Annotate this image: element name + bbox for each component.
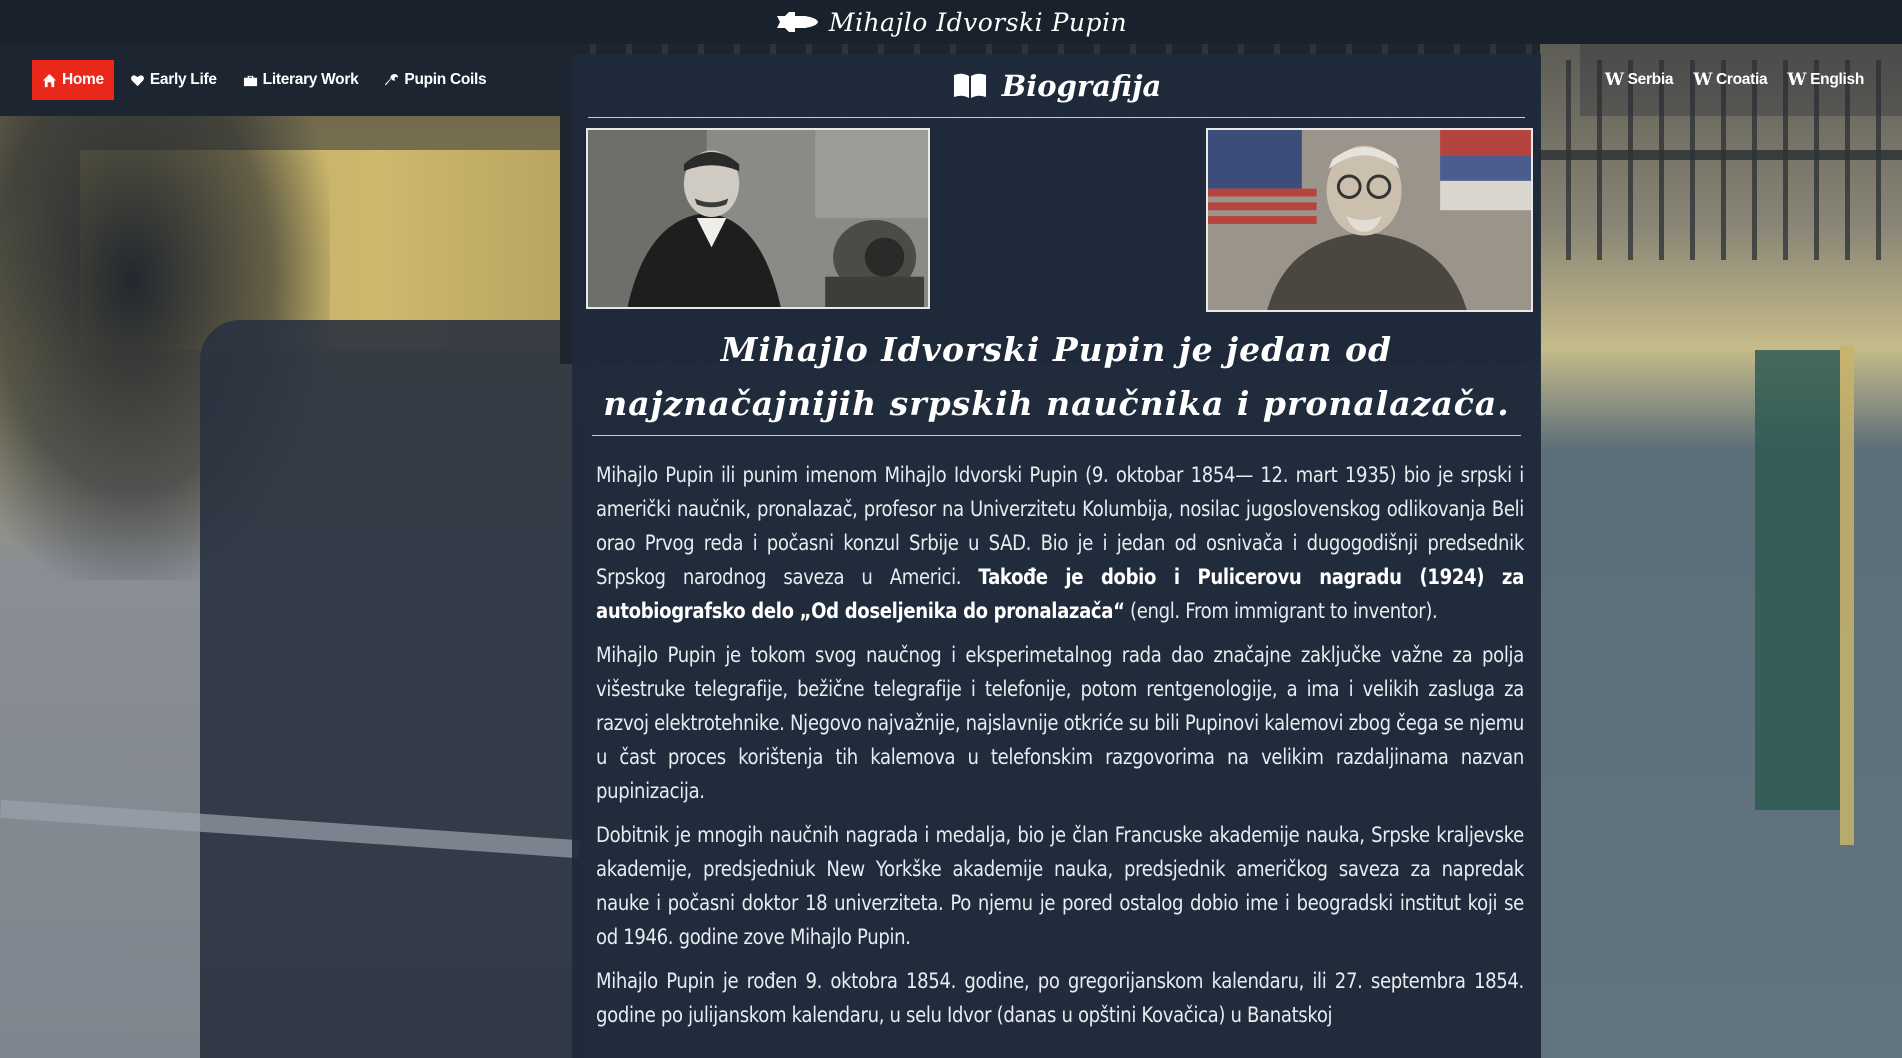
paragraph-text: (engl. From immigrant to inventor). [1124,599,1438,623]
briefcase-icon [243,75,257,86]
panel-header: Biografija [588,54,1525,118]
top-bar: Mihajlo Idvorski Pupin [0,0,1902,44]
language-label: Serbia [1627,71,1674,88]
background-yellow-stripe [1840,345,1854,845]
pupin-portrait-photo [1206,128,1533,312]
nav-item-home[interactable]: Home [32,60,114,100]
site-title[interactable]: Mihajlo Idvorski Pupin [829,8,1127,37]
background-fence-rail [1540,150,1902,160]
biography-paragraph: Mihajlo Pupin je rođen 9. oktobra 1854. … [596,964,1524,1032]
pupin-lab-photo [586,128,930,309]
biography-paragraph: Mihajlo Pupin ili punim imenom Mihajlo I… [596,458,1524,628]
language-label: English [1810,71,1864,88]
wrench-icon [385,73,399,85]
photo-row [586,128,1533,328]
book-icon [953,73,986,98]
wikipedia-icon: W [1787,70,1807,90]
language-nav: W Serbia W Croatia W English [1580,44,1902,116]
paragraph-text: Mihajlo Pupin je rođen 9. oktobra 1854. … [596,969,1524,1027]
nav-item-label: Home [62,71,104,88]
main-nav: Home Early Life Literary Work Pupin Coil… [0,44,572,116]
headline: Mihajlo Idvorski Pupin je jedan od najzn… [603,330,1510,423]
language-link-english[interactable]: W English [1787,70,1864,90]
biography-panel: Biografija Mihajlo Idvorski Pupin je jed… [572,54,1541,1058]
wikipedia-icon: W [1693,70,1712,90]
space-shuttle-icon [776,12,818,32]
language-link-croatia[interactable]: W Croatia [1693,70,1767,90]
headline-divider [592,435,1521,436]
nav-item-pupin-coils[interactable]: Pupin Coils [374,60,496,100]
paragraph-text: Mihajlo Pupin je tokom svog naučnog i ek… [596,643,1524,803]
nav-item-label: Literary Work [262,71,359,88]
biography-paragraph: Dobitnik je mnogih naučnih nagrada i med… [596,818,1524,954]
nav-item-literary-work[interactable]: Literary Work [233,60,369,100]
wikipedia-icon: W [1604,70,1624,90]
nav-item-label: Pupin Coils [404,71,487,88]
paragraph-text: Dobitnik je mnogih naučnih nagrada i med… [596,823,1524,949]
language-label: Croatia [1716,71,1768,88]
background-green-pillar [1755,350,1840,810]
home-icon [42,73,57,87]
background-dark-shadow [200,320,590,1058]
biography-paragraph: Mihajlo Pupin je tokom svog naučnog i ek… [596,638,1524,808]
heart-icon [130,74,144,86]
panel-title: Biografija [1001,68,1162,103]
nav-item-early-life[interactable]: Early Life [120,60,227,100]
nav-item-label: Early Life [149,71,217,88]
language-link-serbia[interactable]: W Serbia [1604,70,1674,90]
